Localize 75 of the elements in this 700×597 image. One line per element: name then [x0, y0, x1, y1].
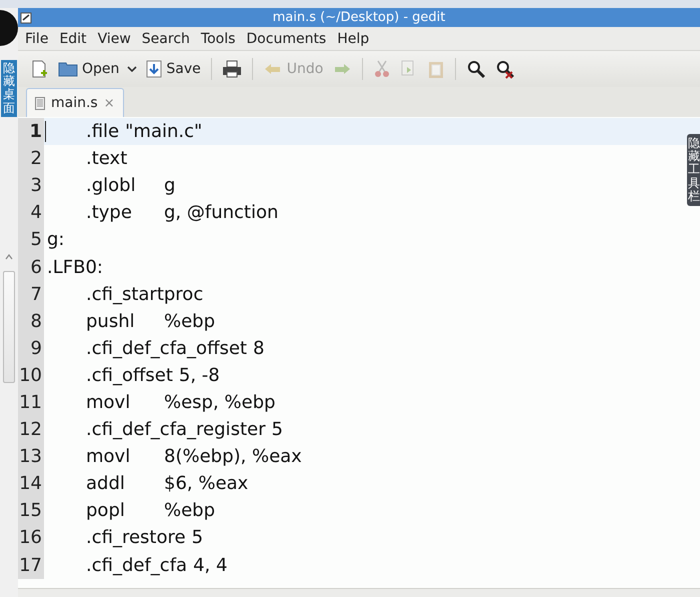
- printer-icon: [222, 60, 242, 78]
- line-number: 17: [18, 552, 44, 579]
- code-text: g:: [47, 229, 64, 250]
- code-text: pushl: [86, 310, 136, 332]
- code-text: .cfi_offset: [86, 364, 173, 386]
- scrollbar-thumb[interactable]: [3, 270, 15, 383]
- menu-item[interactable]: View: [92, 30, 137, 46]
- code-text: "main.c": [125, 121, 202, 142]
- code-text: .cfi_def_cfa_offset: [86, 338, 247, 359]
- document-tab[interactable]: main.s ×: [26, 88, 124, 117]
- code-text: %ebp: [164, 500, 216, 522]
- line-number: 1: [18, 118, 44, 146]
- left-arrow-icon: [262, 62, 283, 76]
- code-text: .globl: [86, 175, 137, 196]
- folder-icon: [58, 60, 78, 78]
- line-number: 11: [18, 388, 44, 416]
- scroll-up-icon[interactable]: [4, 252, 14, 261]
- code-text: addl: [86, 473, 126, 494]
- hide-toolbar-label[interactable]: 隐藏工具栏: [687, 134, 700, 206]
- code-text: popl: [86, 500, 126, 522]
- menu-item[interactable]: Tools: [196, 30, 242, 46]
- code-text: movl: [86, 446, 132, 468]
- code-text: g: [164, 175, 176, 196]
- code-text: .cfi_def_cfa_register: [86, 419, 266, 440]
- right-arrow-icon: [332, 62, 352, 76]
- code-text: .cfi_restore: [86, 527, 186, 548]
- code-text: .LFB0:: [47, 256, 103, 278]
- hide-desktop-label[interactable]: 隐藏桌面: [1, 60, 17, 117]
- line-number: 2: [18, 145, 44, 172]
- text-file-icon: [35, 96, 45, 110]
- line-number: 10: [18, 362, 44, 389]
- code-text: 4, 4: [193, 554, 228, 576]
- line-number: 5: [18, 226, 44, 254]
- code-text: 5: [271, 419, 283, 440]
- line-number: 13: [18, 443, 44, 470]
- line-number: 3: [18, 172, 44, 200]
- code-text: %esp, %ebp: [164, 392, 276, 413]
- search-cross-icon: [495, 59, 516, 79]
- line-number: 12: [18, 416, 44, 444]
- code-text: 5: [192, 527, 204, 548]
- code-text: 8: [252, 338, 264, 359]
- app-icon[interactable]: [0, 10, 18, 46]
- code-text: %ebp: [164, 310, 216, 332]
- code-text: 5, -8: [178, 364, 220, 386]
- line-number: 6: [18, 253, 44, 281]
- line-number: 16: [18, 524, 44, 552]
- line-number: 8: [18, 308, 44, 335]
- code-text: movl: [86, 392, 132, 413]
- menu-item[interactable]: Help: [332, 30, 376, 46]
- document-icon: [20, 12, 32, 24]
- window-title: main.s (~/Desktop) - gedit: [272, 10, 446, 25]
- code-text: 8(%ebp), %eax: [164, 446, 302, 468]
- code-text: .type: [86, 202, 133, 224]
- code-text: .cfi_def_cfa: [86, 554, 188, 576]
- line-number: 15: [18, 497, 44, 524]
- clipboard-icon: [427, 59, 446, 79]
- save-button[interactable]: Save: [143, 58, 204, 80]
- code-text: $6, %eax: [164, 473, 248, 494]
- text-cursor: [45, 121, 46, 142]
- caret-icon: [127, 66, 138, 72]
- code-text: g, @function: [164, 202, 278, 224]
- code-text: .cfi_startproc: [86, 284, 204, 305]
- menu-item[interactable]: File: [20, 30, 54, 46]
- menu-item[interactable]: Documents: [241, 30, 332, 46]
- code-text: .text: [86, 148, 128, 170]
- open-button[interactable]: Open: [55, 58, 140, 80]
- line-number: 7: [18, 280, 44, 308]
- scissors-icon: [373, 59, 392, 79]
- menu-item[interactable]: Edit: [54, 30, 93, 46]
- line-number: 14: [18, 470, 44, 498]
- code-text: .file: [86, 121, 120, 142]
- line-number: 9: [18, 334, 44, 362]
- menu-item[interactable]: Search: [136, 30, 196, 46]
- line-number: 4: [18, 199, 44, 226]
- search-icon: [466, 59, 486, 79]
